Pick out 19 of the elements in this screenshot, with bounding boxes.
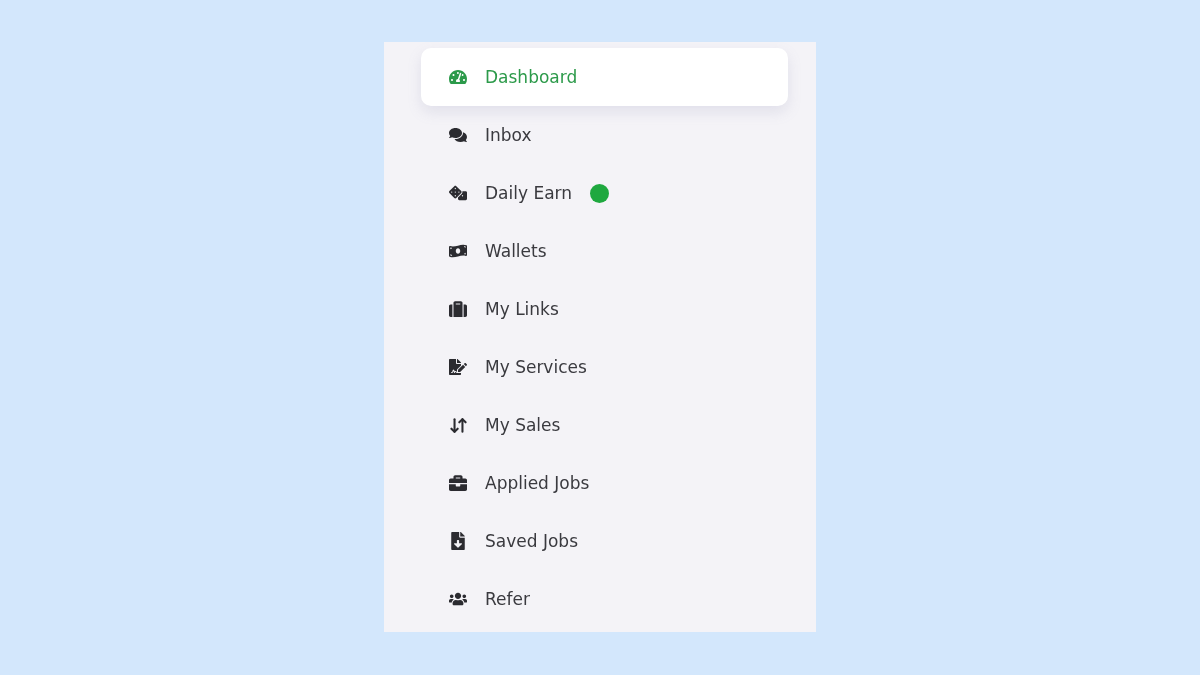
sidebar-item[interactable]: Wallets	[421, 222, 788, 280]
sidebar-item[interactable]: My Links	[421, 280, 788, 338]
sidebar-item[interactable]: Saved Jobs	[421, 512, 788, 570]
sidebar-item[interactable]: Dashboard	[421, 48, 788, 106]
sidebar-item[interactable]: Applied Jobs	[421, 454, 788, 512]
sidebar-item[interactable]: My Sales	[421, 396, 788, 454]
sidebar-item[interactable]: Refer	[421, 570, 788, 628]
suitcase-icon	[447, 474, 469, 492]
file-pen-icon	[447, 358, 469, 376]
sidebar-item[interactable]: Daily Earn	[421, 164, 788, 222]
sidebar-item[interactable]: Inbox	[421, 106, 788, 164]
suitcase-icon	[447, 300, 469, 318]
chat-bubbles-icon	[447, 126, 469, 144]
arrows-up-down-icon	[447, 415, 469, 435]
sidebar-item[interactable]: My Services	[421, 338, 788, 396]
gauge-icon	[447, 68, 469, 86]
banknote-icon	[447, 242, 469, 260]
users-icon	[447, 590, 469, 608]
dice-icon	[447, 184, 469, 202]
